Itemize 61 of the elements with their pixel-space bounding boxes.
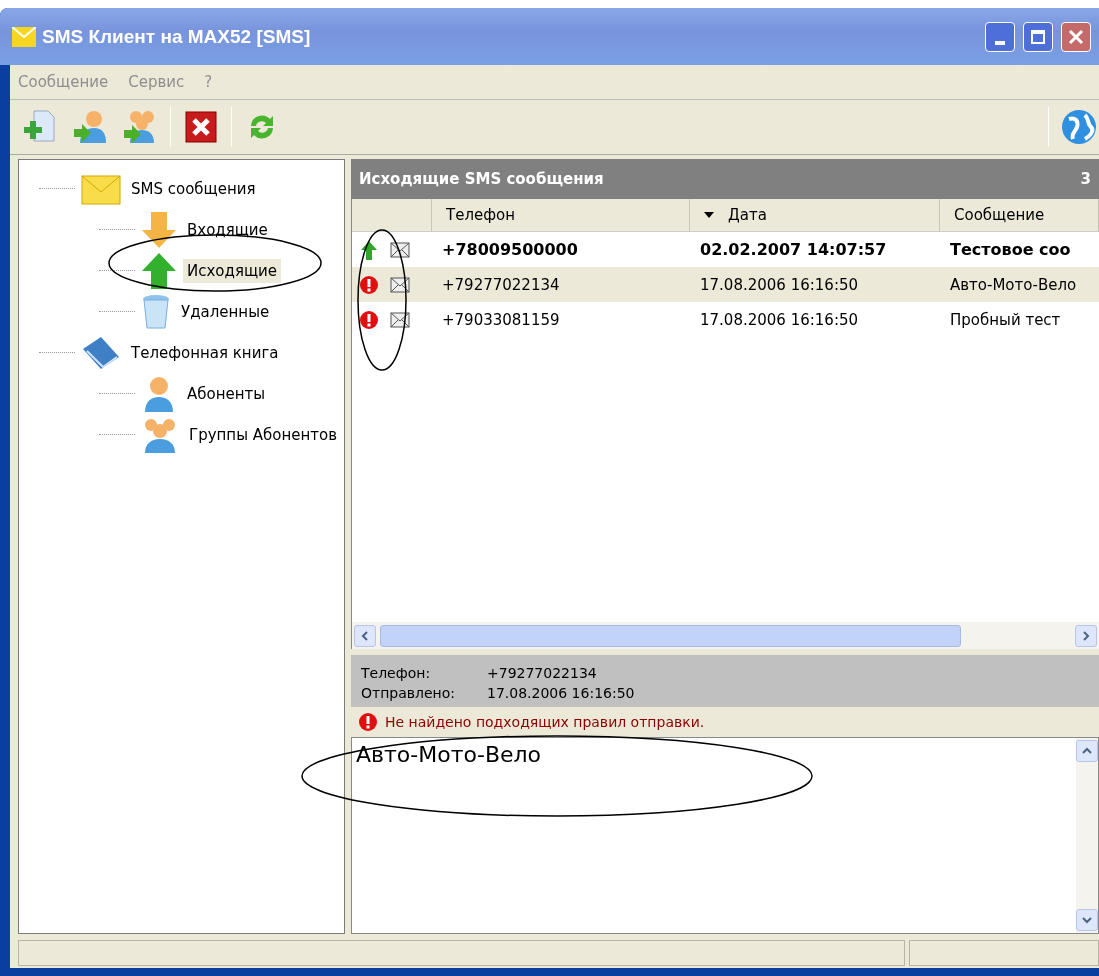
tree-item[interactable]: Входящие xyxy=(183,217,272,242)
maximize-icon xyxy=(1030,28,1046,45)
field-label: Телефон: xyxy=(361,665,432,681)
trash-bin-icon xyxy=(141,292,171,331)
book-icon xyxy=(81,334,121,371)
tree-item[interactable]: Удаленные xyxy=(177,299,274,324)
minimize-button[interactable] xyxy=(985,21,1015,52)
close-icon xyxy=(1068,28,1084,45)
table-cell-text: 17.08.2006 16:16:50 xyxy=(699,310,860,329)
arrow-up-icon xyxy=(1082,746,1092,756)
scroll-left-button[interactable] xyxy=(354,624,376,647)
scroll-down-button[interactable] xyxy=(1076,909,1098,931)
table-cell-text: Тестовое соо xyxy=(949,240,1072,259)
scroll-right-button[interactable] xyxy=(1075,624,1097,647)
globe-icon xyxy=(1061,109,1097,145)
table-cell-text: 17.08.2006 16:16:50 xyxy=(699,275,860,294)
add-document-icon xyxy=(22,109,58,145)
table-cell-text: +79277022134 xyxy=(441,275,561,294)
table-row[interactable]: +79277022134 17.08.2006 16:16:50 Авто-Мото-Вело xyxy=(352,267,1099,302)
table-cell-text: Пробный тест xyxy=(949,310,1062,329)
sort-down-icon xyxy=(704,212,714,218)
arrow-down-icon xyxy=(141,210,177,249)
horizontal-scrollbar[interactable] xyxy=(352,622,1099,649)
message-count: 3 xyxy=(1080,170,1091,188)
list-title: Исходящие SMS сообщения xyxy=(359,170,604,188)
field-value: +79277022134 xyxy=(487,665,597,681)
error-message: Не найдено подходящих правил отправки. xyxy=(385,714,705,730)
field-value: 17.08.2006 16:16:50 xyxy=(487,685,635,701)
tree-item[interactable]: Абоненты xyxy=(183,381,270,406)
column-header[interactable]: Дата xyxy=(690,199,940,231)
person-arrow-icon xyxy=(72,109,108,145)
table-cell-text: Авто-Мото-Вело xyxy=(949,275,1078,294)
field-label: Отправлено: xyxy=(361,685,457,701)
envelope-icon xyxy=(390,241,410,258)
arrow-right-icon xyxy=(1081,630,1091,641)
delete-icon xyxy=(185,111,217,143)
arrow-up-icon xyxy=(141,251,177,290)
vertical-scrollbar[interactable] xyxy=(1076,738,1098,933)
envelope-icon xyxy=(390,311,410,328)
minimize-icon xyxy=(995,40,1005,45)
column-header[interactable]: Сообщение xyxy=(940,199,1099,231)
scroll-thumb[interactable] xyxy=(380,624,961,647)
envelope-icon xyxy=(12,26,36,47)
table-cell-text: 02.02.2007 14:07:57 xyxy=(699,240,888,259)
table-cell-text: +79033081159 xyxy=(441,310,561,329)
arrow-left-icon xyxy=(360,630,370,641)
tree-item[interactable]: SMS сообщения xyxy=(127,176,260,201)
close-button[interactable] xyxy=(1061,21,1091,52)
maximize-button[interactable] xyxy=(1023,21,1053,52)
message-text-field[interactable]: Авто-Мото-Вело xyxy=(351,737,1099,934)
tree-item[interactable]: Исходящие xyxy=(183,258,282,283)
scroll-up-button[interactable] xyxy=(1076,740,1098,762)
tree-item[interactable]: Телефонная книга xyxy=(127,340,283,365)
column-header[interactable]: Телефон xyxy=(432,199,690,231)
window-title: SMS Клиент на MAX52 [SMS] xyxy=(42,25,312,48)
table-cell-text: +78009500000 xyxy=(441,240,579,259)
tree-item[interactable]: Группы Абонентов xyxy=(185,422,342,447)
envelope-icon xyxy=(390,276,410,293)
arrow-down-icon xyxy=(1082,915,1092,925)
error-icon xyxy=(359,713,377,731)
globe-button[interactable] xyxy=(1059,107,1099,147)
